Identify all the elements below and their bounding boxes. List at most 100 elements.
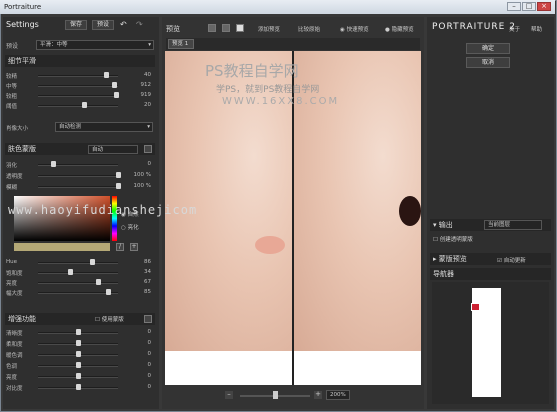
ok-button[interactable]: 确定 [466, 43, 510, 54]
slider-handle[interactable] [104, 72, 109, 78]
slider-handle[interactable] [90, 259, 95, 265]
slider-track[interactable] [38, 282, 118, 284]
slider-handle[interactable] [116, 172, 121, 178]
zoom-dropdown[interactable]: 200% [326, 390, 350, 400]
slider-track[interactable] [38, 85, 118, 87]
single-view-icon[interactable] [208, 24, 216, 32]
output-dropdown[interactable]: 当前图层 [484, 220, 542, 230]
slider-row[interactable]: 对比度 0 [6, 383, 151, 392]
new-layer-checkbox[interactable]: ☐ 创建透明蒙版 [433, 235, 473, 243]
slider-handle[interactable] [76, 362, 81, 368]
use-mask-checkbox[interactable]: ☐ 使用蒙版 [95, 315, 124, 323]
slider-handle[interactable] [76, 340, 81, 346]
eyedropper-add-icon[interactable]: + [130, 243, 138, 251]
slider-handle[interactable] [76, 384, 81, 390]
skin-mode-dropdown[interactable]: 自动 [88, 145, 138, 154]
slider-handle[interactable] [51, 161, 56, 167]
zoom-slider-handle[interactable] [273, 391, 278, 399]
radio-bright[interactable]: ○ 亮化 [121, 223, 139, 231]
auto-update-checkbox[interactable]: ☑ 自动更新 [497, 256, 526, 264]
slider-value[interactable]: 20 [129, 102, 151, 108]
slider-value[interactable]: 0 [129, 362, 152, 368]
detail-section-header[interactable]: 细节平滑 [5, 55, 155, 67]
slider-track[interactable] [38, 262, 118, 264]
slider-row[interactable]: 色调 0 [6, 361, 151, 370]
slider-row[interactable]: 柔和度 0 [6, 339, 151, 348]
maximize-button[interactable]: □ [522, 2, 536, 11]
eyedropper-icon[interactable]: / [116, 243, 124, 251]
slider-track[interactable] [38, 186, 118, 188]
preset-dropdown[interactable]: 平滑：中等 ▾ [36, 40, 154, 50]
add-preview-button[interactable]: 添加预览 [258, 25, 280, 33]
slider-row[interactable]: 中等 912 [6, 81, 151, 90]
save-button[interactable]: 保存 [65, 20, 87, 30]
cancel-button[interactable]: 取消 [466, 57, 510, 68]
slider-handle[interactable] [76, 329, 81, 335]
enhance-toggle-icon[interactable] [144, 315, 152, 323]
slider-value[interactable]: 0 [129, 329, 152, 335]
slider-value[interactable]: 85 [129, 289, 151, 295]
zoom-in-icon[interactable]: + [314, 391, 322, 399]
portrait-size-dropdown[interactable]: 自动检测 ▾ [55, 122, 153, 132]
close-button[interactable]: × [537, 2, 551, 11]
slider-row[interactable]: 较精 40 [6, 71, 151, 80]
quick-preview-radio[interactable]: ◉ 快速预览 [340, 25, 369, 33]
slider-row[interactable]: 暖色调 0 [6, 350, 151, 359]
redo-icon[interactable]: ↷ [136, 20, 143, 29]
minimize-button[interactable]: – [507, 2, 521, 11]
slider-handle[interactable] [116, 183, 121, 189]
slider-handle[interactable] [106, 289, 111, 295]
slider-handle[interactable] [76, 351, 81, 357]
undo-icon[interactable]: ↶ [120, 20, 127, 29]
slider-value[interactable]: 34 [129, 269, 151, 275]
slider-track[interactable] [38, 164, 118, 166]
slider-track[interactable] [38, 95, 118, 97]
navigator-view-marker[interactable] [471, 303, 480, 311]
slider-value[interactable]: 67 [129, 279, 151, 285]
slider-value[interactable]: 100 % [129, 183, 151, 189]
skin-color-swatch[interactable] [14, 243, 110, 251]
compare-original-button[interactable]: 比较原始 [298, 25, 320, 33]
slider-handle[interactable] [68, 269, 73, 275]
slider-value[interactable]: 100 % [129, 172, 151, 178]
slider-row[interactable]: 幅大度 85 [6, 288, 151, 297]
enhance-section-header[interactable]: 增强功能 [5, 313, 155, 325]
slider-row[interactable]: 模糊 100 % [6, 182, 151, 191]
slider-track[interactable] [38, 272, 118, 274]
slider-value[interactable]: 919 [129, 92, 152, 98]
slider-value[interactable]: 0 [129, 351, 152, 357]
zoom-out-icon[interactable]: – [225, 391, 233, 399]
mask-toggle-icon[interactable] [144, 145, 152, 153]
slider-row[interactable]: 较粗 919 [6, 91, 151, 100]
slider-handle[interactable] [82, 102, 87, 108]
slider-value[interactable]: 40 [129, 72, 151, 78]
preview-tab-1[interactable]: 预览 1 [168, 39, 194, 49]
slider-handle[interactable] [114, 92, 119, 98]
slider-value[interactable]: 0 [129, 373, 152, 379]
slider-row[interactable]: 阈值 20 [6, 101, 151, 110]
slider-value[interactable]: 86 [129, 259, 151, 265]
slider-row[interactable]: 亮度 0 [6, 372, 151, 381]
slider-handle[interactable] [112, 82, 117, 88]
about-link[interactable]: 关于 [509, 25, 520, 33]
slider-track[interactable] [38, 175, 118, 177]
split-horizontal-icon[interactable] [236, 24, 244, 32]
slider-row[interactable]: 亮度 67 [6, 278, 151, 287]
slider-handle[interactable] [76, 373, 81, 379]
mask-preview-header[interactable]: ▸ 蒙版预览 [430, 253, 551, 265]
hide-preview-radio[interactable]: ● 隐藏预览 [385, 25, 414, 33]
help-link[interactable]: 帮助 [531, 25, 542, 33]
slider-row[interactable]: Hue 86 [6, 258, 151, 267]
split-vertical-icon[interactable] [222, 24, 230, 32]
slider-value[interactable]: 0 [129, 340, 152, 346]
slider-row[interactable]: 饱和度 34 [6, 268, 151, 277]
slider-track[interactable] [38, 105, 118, 107]
slider-row[interactable]: 清晰度 0 [6, 328, 151, 337]
slider-row[interactable]: 透明度 100 % [6, 171, 151, 180]
slider-value[interactable]: 0 [129, 161, 152, 167]
slider-row[interactable]: 羽化 0 [6, 160, 151, 169]
slider-value[interactable]: 0 [129, 384, 152, 390]
preset-button[interactable]: 预设 [92, 20, 114, 30]
slider-value[interactable]: 912 [129, 82, 152, 88]
slider-handle[interactable] [96, 279, 101, 285]
